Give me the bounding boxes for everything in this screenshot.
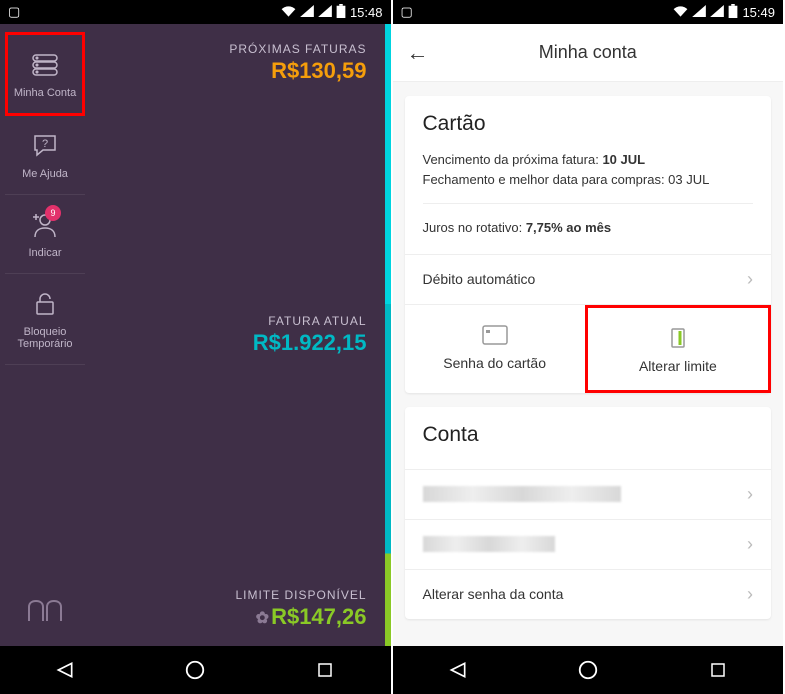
badge: 9 xyxy=(45,205,61,221)
sidebar-item-bloqueio[interactable]: Bloqueio Temporário xyxy=(5,274,85,365)
chevron-right-icon: › xyxy=(747,584,753,605)
autodebit-row[interactable]: Débito automático › xyxy=(405,254,772,304)
sidebar-item-label: Me Ajuda xyxy=(22,168,68,180)
sidebar-item-label: Bloqueio Temporário xyxy=(9,326,81,350)
battery-icon xyxy=(728,4,738,21)
lock-icon xyxy=(29,288,61,320)
gear-icon[interactable]: ✿ xyxy=(256,610,269,627)
action-label: Alterar limite xyxy=(639,358,717,374)
recent-button[interactable] xyxy=(706,658,730,682)
wifi-icon xyxy=(281,5,296,20)
logo xyxy=(25,597,65,630)
status-time: 15:48 xyxy=(350,5,383,20)
signal-icon xyxy=(300,5,314,20)
nav-bar xyxy=(393,646,784,694)
status-bar: ▢ 15:49 xyxy=(393,0,784,24)
card-conta: Conta › › Alterar senha da conta › xyxy=(405,407,772,619)
sidebar: Minha Conta ? Me Ajuda 9 Indicar Bloquei… xyxy=(0,24,90,646)
nav-bar xyxy=(0,646,391,694)
chevron-right-icon: › xyxy=(747,484,753,505)
account-icon xyxy=(29,49,61,81)
status-time: 15:49 xyxy=(742,5,775,20)
section-title: Conta xyxy=(423,423,754,447)
status-bar: ▢ 15:48 xyxy=(0,0,391,24)
row-label: Alterar senha da conta xyxy=(423,586,564,602)
redacted-text xyxy=(423,536,555,552)
account-row-1[interactable]: › xyxy=(405,469,772,519)
limit-icon xyxy=(665,328,691,348)
redacted-text xyxy=(423,486,621,502)
sidebar-item-minha-conta[interactable]: Minha Conta xyxy=(5,32,85,116)
recent-button[interactable] xyxy=(313,658,337,682)
card-password-icon xyxy=(482,325,508,345)
sidebar-item-label: Minha Conta xyxy=(14,87,76,99)
image-icon: ▢ xyxy=(401,4,413,20)
svg-text:?: ? xyxy=(42,138,48,150)
home-button[interactable] xyxy=(183,658,207,682)
interest-row: Juros no rotativo: 7,75% ao mês xyxy=(423,218,754,238)
action-label: Senha do cartão xyxy=(443,355,546,371)
action-change-limit[interactable]: Alterar limite xyxy=(585,305,771,393)
battery-icon xyxy=(336,4,346,21)
image-icon: ▢ xyxy=(8,4,20,20)
change-account-password-row[interactable]: Alterar senha da conta › xyxy=(405,569,772,619)
card-cartao: Cartão Vencimento da próxima fatura: 10 … xyxy=(405,96,772,393)
back-button[interactable] xyxy=(53,658,77,682)
due-row: Vencimento da próxima fatura: 10 JUL xyxy=(423,150,754,170)
chevron-right-icon: › xyxy=(747,269,753,290)
current-label: FATURA ATUAL xyxy=(253,314,367,328)
action-card-password[interactable]: Senha do cartão xyxy=(405,305,585,393)
wifi-icon xyxy=(673,5,688,20)
upcoming-label: PRÓXIMAS FATURAS xyxy=(229,42,366,56)
closing-row: Fechamento e melhor data para compras: 0… xyxy=(423,170,754,190)
available-value: ✿R$147,26 xyxy=(235,604,366,630)
help-icon: ? xyxy=(29,130,61,162)
sidebar-item-label: Indicar xyxy=(28,247,61,259)
back-arrow-icon[interactable]: ← xyxy=(407,40,429,66)
home-button[interactable] xyxy=(576,658,600,682)
account-row-2[interactable]: › xyxy=(405,519,772,569)
main-area[interactable]: PRÓXIMAS FATURAS R$130,59 FATURA ATUAL R… xyxy=(90,24,391,646)
section-title: Cartão xyxy=(423,112,754,136)
sidebar-item-indicar[interactable]: 9 Indicar xyxy=(5,195,85,274)
upcoming-value: R$130,59 xyxy=(229,58,366,84)
signal-icon xyxy=(710,5,724,20)
back-button[interactable] xyxy=(446,658,470,682)
page-header: ← Minha conta xyxy=(393,24,784,82)
signal-icon xyxy=(318,5,332,20)
current-value: R$1.922,15 xyxy=(253,330,367,356)
page-title: Minha conta xyxy=(393,42,784,63)
available-label: LIMITE DISPONÍVEL xyxy=(235,588,366,602)
signal-icon xyxy=(692,5,706,20)
chevron-right-icon: › xyxy=(747,534,753,555)
sidebar-item-me-ajuda[interactable]: ? Me Ajuda xyxy=(5,116,85,195)
autodebit-label: Débito automático xyxy=(423,271,536,287)
